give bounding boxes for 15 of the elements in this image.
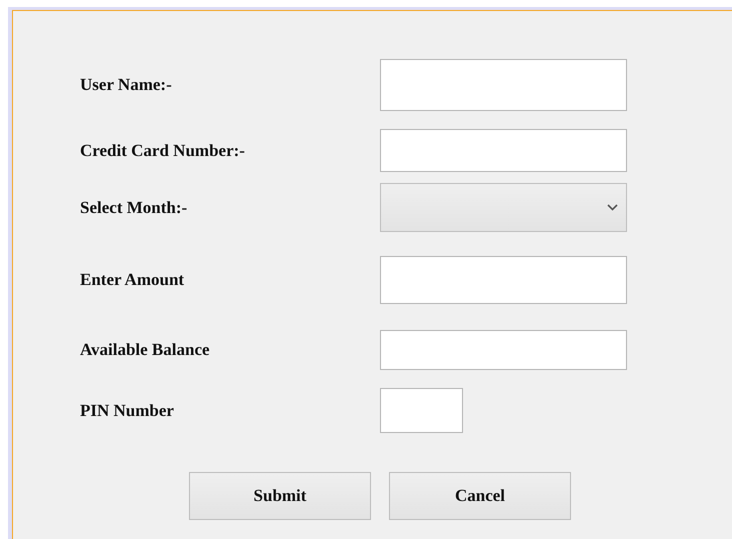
text-field[interactable]: [380, 129, 627, 172]
submit-button[interactable]: Submit: [189, 472, 371, 520]
text-field[interactable]: [380, 59, 627, 111]
field-label: Enter Amount: [80, 270, 186, 290]
month-select[interactable]: [380, 183, 627, 232]
field-label: Select Month:-: [80, 198, 188, 218]
field-label: PIN Number: [80, 400, 175, 420]
text-field[interactable]: [380, 330, 627, 370]
chevron-down-icon: [607, 204, 618, 211]
cancel-button[interactable]: Cancel: [389, 472, 571, 520]
field-label: Credit Card Number:-: [80, 140, 246, 160]
text-field[interactable]: [380, 256, 627, 304]
field-label: Available Balance: [80, 340, 211, 360]
field-label: User Name:-: [80, 75, 173, 95]
pin-field[interactable]: [380, 388, 463, 433]
